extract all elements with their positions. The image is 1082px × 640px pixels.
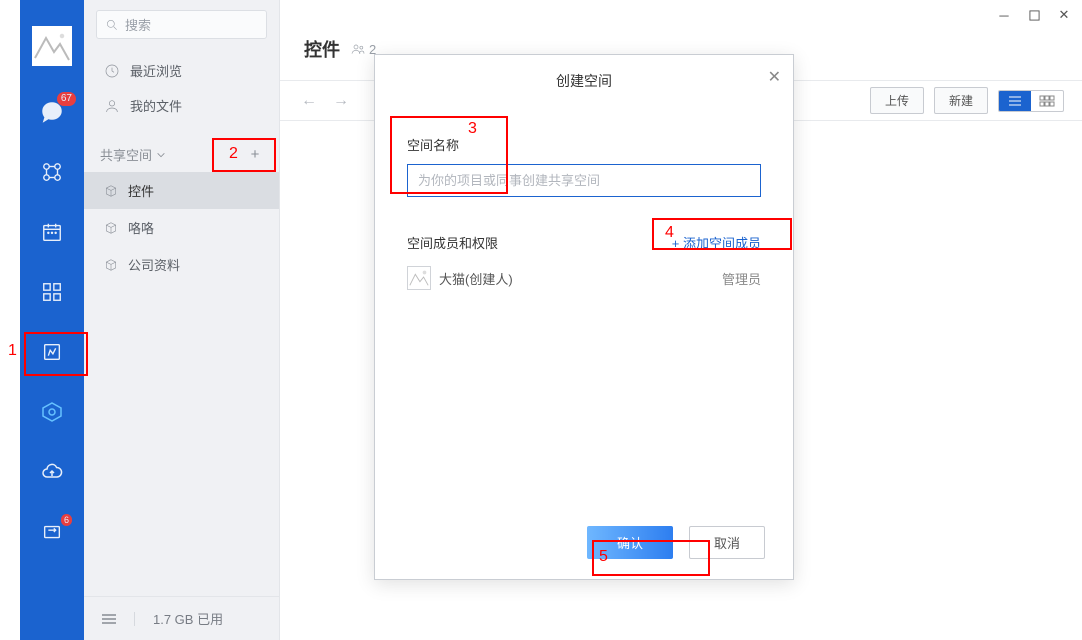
space-item[interactable]: 公司资料 (84, 246, 279, 283)
cloud-icon[interactable] (38, 458, 66, 486)
cancel-button[interactable]: 取消 (689, 526, 765, 559)
member-name: 大猫(创建人) (439, 269, 513, 288)
member-role: 管理员 (722, 269, 761, 288)
dialog-close-button[interactable]: ✕ (768, 67, 781, 87)
dialog-title: 创建空间 (556, 73, 612, 89)
view-list[interactable] (999, 91, 1031, 111)
upload-button[interactable]: 上传 (870, 87, 924, 114)
drive-icon[interactable] (38, 398, 66, 426)
create-space-dialog: 创建空间 ✕ 空间名称 空间成员和权限 + 添加空间成员 大猫(创建人) 管理员… (374, 54, 794, 580)
menu-icon[interactable] (102, 614, 116, 624)
view-toggle (998, 90, 1064, 112)
left-rail: 67 6 (0, 0, 84, 640)
space-name-input[interactable] (407, 164, 761, 197)
search-input[interactable]: 搜索 (96, 10, 267, 39)
chevron-down-icon (156, 150, 166, 160)
add-space-button[interactable]: + (247, 147, 263, 163)
space-item[interactable]: 咯咯 (84, 209, 279, 246)
share-badge: 6 (61, 514, 72, 526)
cube-icon (104, 184, 118, 198)
docs-icon[interactable] (38, 338, 66, 366)
person-icon (104, 98, 120, 114)
nav-forward[interactable]: → (330, 90, 352, 112)
view-grid[interactable] (1031, 91, 1063, 111)
share-icon[interactable]: 6 (38, 518, 66, 546)
window-close[interactable]: ✕ (1056, 7, 1072, 23)
apps-icon[interactable] (38, 158, 66, 186)
member-count[interactable]: 2 (350, 41, 376, 57)
calendar-icon[interactable] (38, 218, 66, 246)
cube-icon (104, 258, 118, 272)
confirm-button[interactable]: 确认 (587, 526, 673, 559)
storage-usage: 1.7 GB 已用 (153, 609, 223, 628)
nav-recent[interactable]: 最近浏览 (84, 53, 279, 88)
space-name-label: 空间名称 (407, 135, 761, 154)
window-maximize[interactable] (1026, 7, 1042, 23)
sidebar: 搜索 最近浏览 我的文件 共享空间 + 控件 咯咯 (84, 0, 280, 640)
nav-back[interactable]: ← (298, 90, 320, 112)
space-item-selected[interactable]: 控件 (84, 172, 279, 209)
new-button[interactable]: 新建 (934, 87, 988, 114)
chat-icon[interactable]: 67 (38, 98, 66, 126)
add-member-link[interactable]: + 添加空间成员 (672, 233, 761, 252)
avatar[interactable] (32, 26, 72, 66)
section-shared-spaces[interactable]: 共享空间 (100, 145, 166, 164)
search-icon (105, 18, 119, 32)
grid-icon[interactable] (38, 278, 66, 306)
members-label: 空间成员和权限 (407, 233, 498, 252)
search-placeholder: 搜索 (125, 15, 151, 34)
cube-icon (104, 221, 118, 235)
chat-badge: 67 (57, 92, 76, 106)
nav-myfiles[interactable]: 我的文件 (84, 88, 279, 123)
clock-icon (104, 63, 120, 79)
page-title: 控件 (304, 36, 340, 62)
member-avatar (407, 266, 431, 290)
people-icon (350, 41, 366, 57)
window-minimize[interactable]: ─ (996, 7, 1012, 23)
